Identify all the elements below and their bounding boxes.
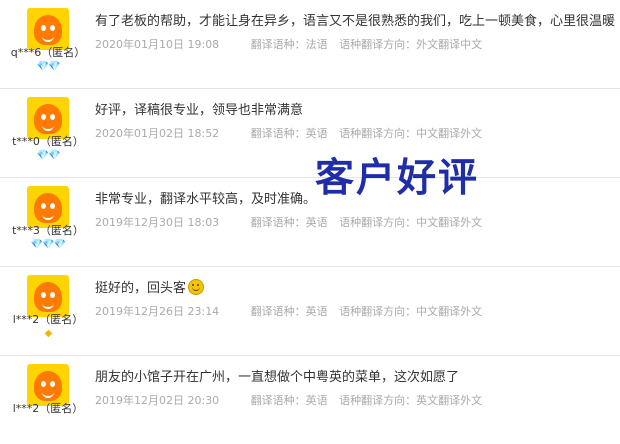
review-direction: 语种翻译方向：英文翻译外文 [339,394,483,407]
review-date: 2020年01月02日 18:52 [95,127,220,140]
review-text: 好评，译稿很专业，领导也非常满意 [95,103,304,118]
review-text-body: 挺好的，回头客 [95,281,187,296]
review-meta: 2020年01月10日 19:08 翻译语种：法语 语种翻译方向：外文翻译中文 [95,36,490,52]
review-direction: 语种翻译方向：外文翻译中文 [339,38,483,51]
review-meta: 2019年12月26日 23:14 翻译语种：英语 语种翻译方向：中文翻译外文 [95,303,490,319]
reviewer-name: t***3（匿名） [12,224,84,237]
review-item: l***2（匿名） ◆ 挺好的，回头客 2019年12月26日 23:14 翻译… [0,267,620,356]
review-date: 2019年12月26日 23:14 [95,305,220,318]
review-text: 挺好的，回头客 [95,277,620,296]
review-language: 翻译语种：英语 [250,127,328,140]
review-language: 翻译语种：英语 [250,394,328,407]
reviewer-name: l***2（匿名） [12,313,84,326]
review-item: l***2（匿名） 朋友的小馆子开在广州，一直想做个中粤英的菜单，这次如愿了 2… [0,356,620,444]
reviewer-level-badge: ◆ [44,328,53,339]
review-language: 翻译语种：法语 [250,38,328,51]
reviewer-level-badge: 💎💎 [36,61,61,72]
review-text: 朋友的小馆子开在广州，一直想做个中粤英的菜单，这次如愿了 [95,370,460,385]
review-date: 2019年12月30日 18:03 [95,216,220,229]
review-direction: 语种翻译方向：中文翻译外文 [339,216,483,229]
reviewer-level-badge: 💎💎 [36,150,61,161]
review-item: t***0（匿名） 💎💎 好评，译稿很专业，领导也非常满意 2020年01月02… [0,89,620,178]
review-date: 2019年12月02日 20:30 [95,394,220,407]
review-meta: 2019年12月02日 20:30 翻译语种：英语 语种翻译方向：英文翻译外文 [95,392,490,408]
reviewer-name: l***2（匿名） [12,402,84,415]
review-meta: 2019年12月30日 18:03 翻译语种：英语 语种翻译方向：中文翻译外文 [95,214,490,230]
reviewer-level-badge: 💎💎💎 [30,239,66,250]
review-text: 有了老板的帮助，才能让身在异乡，语言又不是很熟悉的我们，吃上一顿美食，心里很温暖 [95,14,616,29]
customer-praise-watermark: 客户好评 [315,155,480,201]
review-language: 翻译语种：英语 [250,216,328,229]
review-language: 翻译语种：英语 [250,305,328,318]
review-meta: 2020年01月02日 18:52 翻译语种：英语 语种翻译方向：中文翻译外文 [95,125,490,141]
review-direction: 语种翻译方向：中文翻译外文 [339,127,483,140]
reviewer-name: t***0（匿名） [12,135,84,148]
smile-emoji-icon [188,279,205,295]
review-item: q***6（匿名） 💎💎 有了老板的帮助，才能让身在异乡，语言又不是很熟悉的我们… [0,0,620,89]
review-date: 2020年01月10日 19:08 [95,38,220,51]
review-direction: 语种翻译方向：中文翻译外文 [339,305,483,318]
review-item: t***3（匿名） 💎💎💎 非常专业，翻译水平较高，及时准确。 2019年12月… [0,178,620,267]
reviewer-name: q***6（匿名） [10,46,86,59]
